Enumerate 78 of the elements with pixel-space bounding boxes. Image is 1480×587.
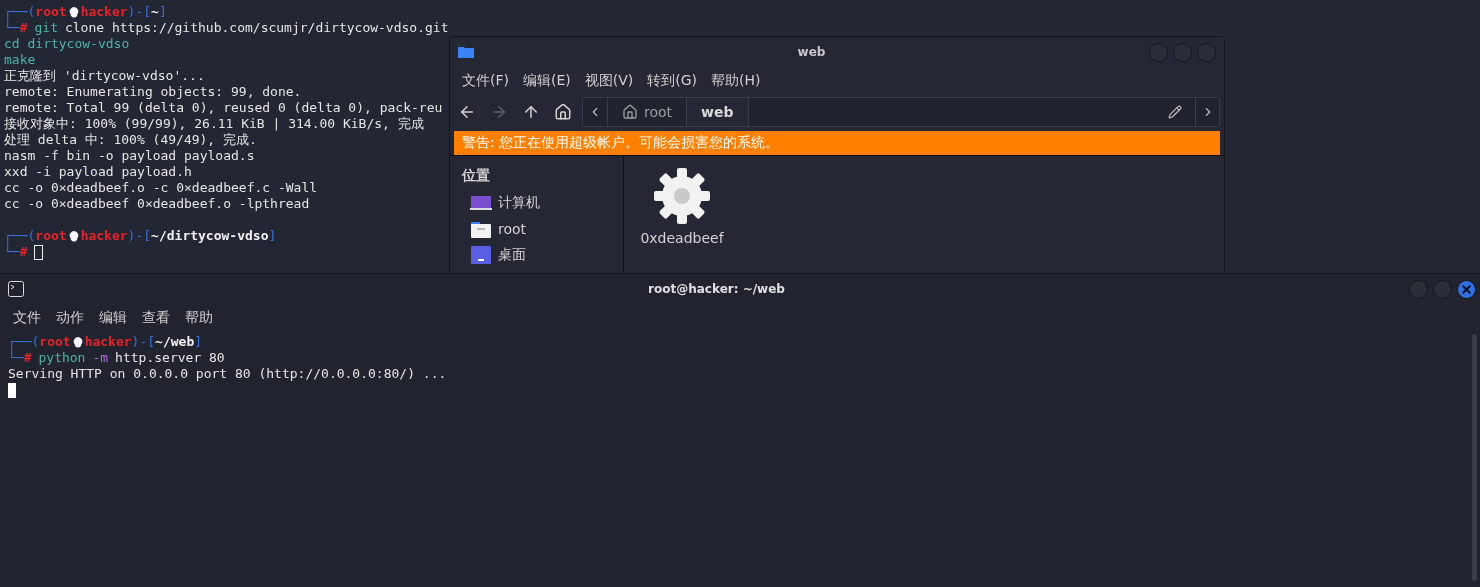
- menu-item[interactable]: 视图(V): [584, 72, 634, 90]
- terminal-line: remote: Total 99 (delta 0), reused 0 (delta 0), pack-reu: [4, 100, 443, 116]
- prompt-text: git: [34, 20, 58, 36]
- menu-item[interactable]: 编辑: [99, 309, 127, 327]
- terminal-line: cc -o 0×deadbeef.o -c 0×deadbeef.c -Wall: [4, 180, 318, 196]
- menu-item[interactable]: 编辑(E): [523, 72, 571, 90]
- terminal-line: nasm -f bin -o payload payload.s: [4, 148, 255, 164]
- menu-item[interactable]: 查看: [142, 309, 170, 327]
- menu-item[interactable]: 文件: [13, 309, 41, 327]
- prompt-text: ~/dirtycow-vdso: [151, 228, 269, 244]
- prompt-text: -m: [92, 350, 109, 366]
- sidebar-item[interactable]: 计算机: [498, 194, 540, 212]
- prompt-text: #: [23, 350, 32, 366]
- prompt-text: ]: [158, 4, 167, 20]
- prompt-text: ]: [194, 334, 203, 350]
- desktop-icon: [470, 245, 492, 265]
- terminal-icon: [8, 281, 24, 297]
- text-cursor: [34, 244, 44, 260]
- window-title: root@hacker: ~/web: [647, 282, 786, 296]
- file-name[interactable]: 0xdeadbeef: [640, 230, 724, 246]
- laptop-icon: [470, 193, 492, 213]
- sidebar-item[interactable]: 桌面: [498, 246, 526, 264]
- scrollbar[interactable]: [1472, 334, 1477, 581]
- prompt-text: └─: [8, 350, 24, 366]
- prompt-text: )-[: [127, 4, 152, 20]
- prompt-text: └─: [4, 20, 20, 36]
- pencil-icon: [1168, 105, 1182, 119]
- skull-icon: [67, 230, 80, 242]
- home-icon: [622, 104, 638, 120]
- prompt-text: root: [35, 4, 67, 20]
- terminal-line: 处理 delta 中: 100% (49/49), 完成.: [4, 132, 257, 148]
- text-cursor: [8, 382, 16, 398]
- prompt-text: clone https://github.com/scumjr/dirtycow-vdso.git: [64, 20, 449, 36]
- sidebar-heading: 位置: [462, 166, 491, 185]
- folder-icon: [458, 46, 474, 58]
- gear-icon: [652, 166, 712, 226]
- prompt-text: )-[: [131, 334, 156, 350]
- terminal-line: 接收对象中: 100% (99/99), 26.11 KiB | 314.00 KiB/s, 完成: [4, 116, 424, 132]
- close-button[interactable]: [1457, 279, 1476, 299]
- skull-icon: [67, 6, 80, 18]
- close-icon: [1460, 282, 1473, 296]
- prompt-text: └─: [4, 244, 20, 260]
- sidebar-item[interactable]: root: [498, 221, 527, 237]
- arrow-icon: [490, 103, 508, 121]
- menu-item[interactable]: 动作: [56, 309, 84, 327]
- prompt-text: hacker: [80, 228, 128, 244]
- terminal-line: make: [4, 52, 36, 68]
- terminal-line: cc -o 0×deadbeef 0×deadbeef.o -lpthread: [4, 196, 310, 212]
- folder-icon: [470, 219, 492, 239]
- terminal-line: xxd -i payload payload.h: [4, 164, 192, 180]
- skull-icon: [71, 336, 84, 348]
- prompt-text: ┌──(: [4, 228, 36, 244]
- window-title: web: [796, 45, 827, 59]
- prompt-text: hacker: [84, 334, 132, 350]
- prompt-text: http.server 80: [115, 350, 225, 366]
- prompt-text: ~/web: [155, 334, 195, 350]
- home-icon: [554, 103, 572, 121]
- prompt-text: #: [19, 20, 28, 36]
- menu-item[interactable]: 转到(G): [647, 72, 698, 90]
- prompt-text: ┌──(: [8, 334, 40, 350]
- prompt-text: ]: [268, 228, 277, 244]
- prompt-text: hacker: [80, 4, 128, 20]
- breadcrumb[interactable]: web: [686, 98, 748, 126]
- prompt-text: ~: [151, 4, 159, 20]
- menu-item[interactable]: 帮助: [185, 309, 213, 327]
- menu-item[interactable]: 帮助(H): [711, 72, 761, 90]
- prompt-text: )-[: [127, 228, 152, 244]
- terminal-line: Serving HTTP on 0.0.0.0 port 80 (http://0.0.0.0:80/) ...: [8, 366, 447, 382]
- prompt-text: python: [38, 350, 86, 366]
- terminal-line: remote: Enumerating objects: 99, done.: [4, 84, 302, 100]
- prompt-text: ┌──(: [4, 4, 36, 20]
- warning-banner: 警告: 您正在使用超级帐户。可能会损害您的系统。: [454, 131, 1220, 155]
- menu-item[interactable]: 文件(F): [462, 72, 509, 90]
- prompt-text: root: [35, 228, 67, 244]
- prompt-text: #: [19, 244, 28, 260]
- terminal-line: cd dirtycow-vdso: [4, 36, 130, 52]
- prompt-text: root: [39, 334, 71, 350]
- terminal-line: 正克隆到 'dirtycow-vdso'...: [4, 68, 205, 84]
